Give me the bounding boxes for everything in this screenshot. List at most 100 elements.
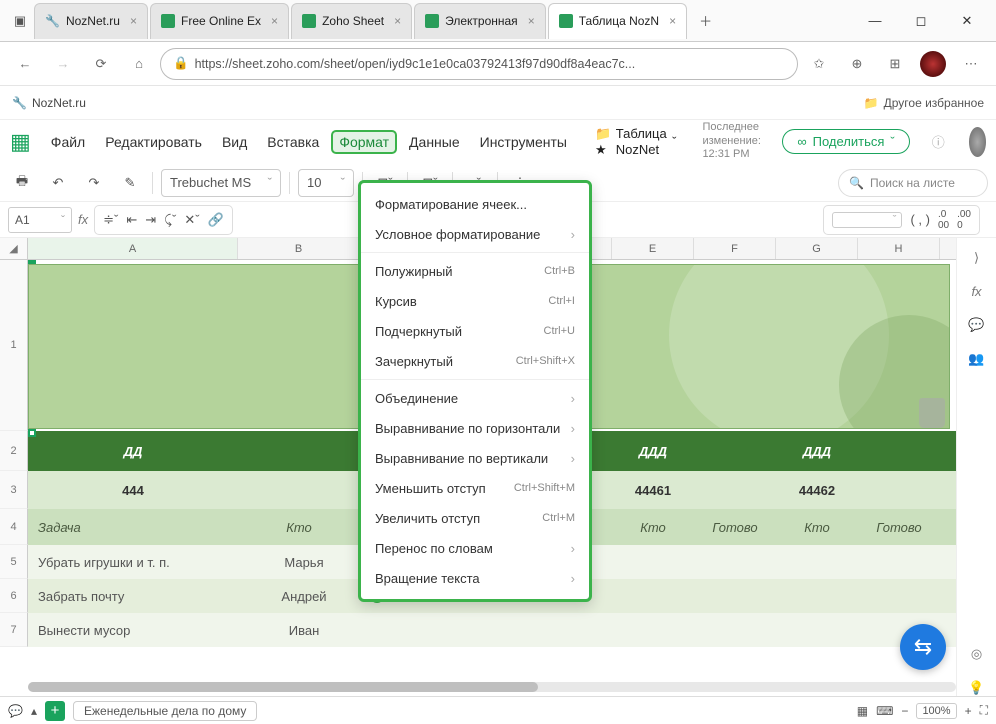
number-format-toolbar: ˇ ( , ) .000 .000 bbox=[823, 205, 980, 235]
add-sheet-button[interactable]: + bbox=[45, 701, 65, 721]
menu-item[interactable]: ЗачеркнутыйCtrl+Shift+X bbox=[361, 346, 589, 376]
row-header[interactable]: 6 bbox=[0, 579, 28, 613]
user-avatar[interactable] bbox=[969, 127, 986, 157]
menu-item[interactable]: Объединение› bbox=[361, 383, 589, 413]
browser-tab[interactable]: 🔧NozNet.ru× bbox=[34, 3, 148, 39]
bulb-icon[interactable]: 💡 bbox=[968, 680, 984, 696]
close-icon[interactable]: × bbox=[271, 14, 278, 28]
forward-button[interactable]: → bbox=[46, 47, 80, 81]
fullscreen-icon[interactable]: ⛶ bbox=[980, 703, 988, 718]
select-all-cell[interactable]: ◢ bbox=[0, 238, 28, 260]
grid-icon[interactable]: ▦ bbox=[857, 704, 868, 718]
redo-icon[interactable]: ↷ bbox=[80, 169, 108, 197]
bookmark-item[interactable]: 🔧NozNet.ru bbox=[12, 96, 86, 110]
maximize-button[interactable]: ◻ bbox=[898, 5, 944, 37]
new-tab-button[interactable]: ＋ bbox=[689, 11, 722, 30]
browser-tab[interactable]: Электронная× bbox=[414, 3, 546, 39]
bookmarks-bar: 🔧NozNet.ru 📁 Другое избранное bbox=[0, 86, 996, 120]
menu-item[interactable]: Выравнивание по вертикали› bbox=[361, 443, 589, 473]
close-icon[interactable]: × bbox=[394, 14, 401, 28]
zoom-in[interactable]: + bbox=[965, 704, 972, 718]
menu-item[interactable]: КурсивCtrl+I bbox=[361, 286, 589, 316]
horizontal-scrollbar[interactable] bbox=[28, 682, 956, 696]
close-icon[interactable]: × bbox=[130, 14, 137, 28]
print-icon[interactable]: 🖶 bbox=[8, 169, 36, 197]
menu-item[interactable]: ПолужирныйCtrl+B bbox=[361, 256, 589, 286]
menu-button[interactable]: ⋯ bbox=[954, 47, 988, 81]
undo-icon[interactable]: ↶ bbox=[44, 169, 72, 197]
close-icon[interactable]: × bbox=[528, 14, 535, 28]
panel-toggle-icon[interactable]: ⟩ bbox=[974, 250, 979, 266]
row-header[interactable]: 4 bbox=[0, 509, 28, 545]
menu-item[interactable]: ПодчеркнутыйCtrl+U bbox=[361, 316, 589, 346]
row-header[interactable]: 1 bbox=[0, 260, 28, 431]
comments-icon[interactable]: 💬 bbox=[968, 317, 984, 333]
menu-item[interactable]: Уменьшить отступCtrl+Shift+M bbox=[361, 473, 589, 503]
paint-icon[interactable]: ✎ bbox=[116, 169, 144, 197]
menu-tools[interactable]: Инструменты bbox=[472, 130, 575, 154]
menu-insert[interactable]: Вставка bbox=[259, 130, 327, 154]
menu-item[interactable]: Вращение текста› bbox=[361, 563, 589, 593]
rotate-icon[interactable]: ⤹ˇ bbox=[164, 212, 176, 228]
dec-less-icon[interactable]: .000 bbox=[938, 209, 949, 231]
keyboard-icon[interactable]: ⌨ bbox=[876, 704, 893, 718]
dec-more-icon[interactable]: .000 bbox=[957, 209, 971, 231]
chat-icon[interactable]: 💬 bbox=[8, 704, 23, 718]
row-header[interactable]: 2 bbox=[0, 431, 28, 471]
zoom-level[interactable]: 100% bbox=[916, 703, 956, 719]
row-header[interactable]: 7 bbox=[0, 613, 28, 647]
zoom-out[interactable]: − bbox=[901, 704, 908, 718]
align-v-icon[interactable]: ≑ˇ bbox=[103, 212, 118, 228]
format-dropdown[interactable]: ˇ bbox=[832, 212, 902, 228]
other-bookmarks[interactable]: 📁 Другое избранное bbox=[864, 96, 984, 110]
share-button[interactable]: ∞ Поделиться ˇ bbox=[782, 129, 909, 154]
sheet-prev-icon[interactable]: ▴ bbox=[31, 704, 37, 718]
minimize-button[interactable]: — bbox=[852, 5, 898, 37]
back-button[interactable]: ← bbox=[8, 47, 42, 81]
menu-format[interactable]: Формат bbox=[331, 130, 397, 154]
refresh-button[interactable]: ⟳ bbox=[84, 47, 118, 81]
tabs-overview-icon[interactable]: ▣ bbox=[8, 9, 32, 33]
paren-icon[interactable]: ( , ) bbox=[910, 212, 930, 227]
reader-icon[interactable]: ✩ bbox=[802, 47, 836, 81]
clear-icon[interactable]: ✕ˇ bbox=[184, 212, 199, 228]
browser-tab[interactable]: Zoho Sheet× bbox=[291, 3, 412, 39]
fx-icon[interactable]: fx bbox=[78, 212, 88, 227]
menu-item[interactable]: Условное форматирование› bbox=[361, 219, 589, 249]
link-icon[interactable]: 🔗 bbox=[208, 212, 224, 228]
menu-data[interactable]: Данные bbox=[401, 130, 468, 154]
help-fab[interactable]: ⇆ bbox=[900, 624, 946, 670]
url-input[interactable]: 🔒 https://sheet.zoho.com/sheet/open/iyd9… bbox=[160, 48, 798, 80]
row-header[interactable]: 3 bbox=[0, 471, 28, 509]
browser-tab-active[interactable]: Таблица NozN× bbox=[548, 3, 687, 39]
browser-tab[interactable]: Free Online Ex× bbox=[150, 3, 289, 39]
menu-file[interactable]: Файл bbox=[43, 130, 93, 154]
menu-view[interactable]: Вид bbox=[214, 130, 255, 154]
font-size[interactable]: 10ˇ bbox=[298, 169, 354, 197]
menu-item[interactable]: Увеличить отступCtrl+M bbox=[361, 503, 589, 533]
favorite-icon[interactable]: ⊕ bbox=[840, 47, 874, 81]
row-header[interactable]: 5 bbox=[0, 545, 28, 579]
menu-item[interactable]: Перенос по словам› bbox=[361, 533, 589, 563]
home-button[interactable]: ⌂ bbox=[122, 47, 156, 81]
document-title[interactable]: 📁 ★ Таблица NozNet ˇ bbox=[595, 126, 677, 157]
menu-item[interactable]: Выравнивание по горизонтали› bbox=[361, 413, 589, 443]
fx-icon[interactable]: fx bbox=[971, 284, 981, 299]
close-window-button[interactable]: ✕ bbox=[944, 5, 990, 37]
sheet-tab[interactable]: Еженедельные дела по дому bbox=[73, 701, 257, 721]
font-selector[interactable]: Trebuchet MSˇ bbox=[161, 169, 281, 197]
target-icon[interactable]: ◎ bbox=[971, 646, 982, 662]
share-icon[interactable]: 👥 bbox=[968, 351, 984, 367]
table-row[interactable]: Вынести мусор Иван bbox=[28, 613, 956, 647]
info-icon[interactable]: ⓘ bbox=[932, 132, 945, 151]
sheet-search[interactable]: 🔍 Поиск на листе bbox=[838, 169, 988, 197]
close-icon[interactable]: × bbox=[669, 14, 676, 28]
profile-avatar[interactable] bbox=[920, 51, 946, 77]
menu-edit[interactable]: Редактировать bbox=[97, 130, 210, 154]
indent-inc-icon[interactable]: ⇥ bbox=[145, 212, 156, 228]
indent-dec-icon[interactable]: ⇤ bbox=[126, 212, 137, 228]
app-logo-icon[interactable]: ▦ bbox=[10, 128, 31, 156]
menu-item[interactable]: Форматирование ячеек... bbox=[361, 189, 589, 219]
cell-reference[interactable]: A1ˇ bbox=[8, 207, 72, 233]
collections-icon[interactable]: ⊞ bbox=[878, 47, 912, 81]
